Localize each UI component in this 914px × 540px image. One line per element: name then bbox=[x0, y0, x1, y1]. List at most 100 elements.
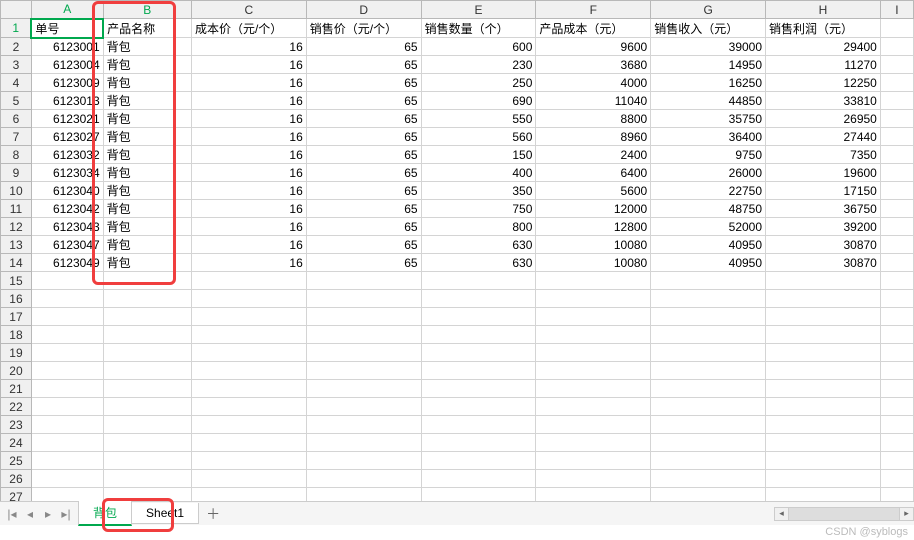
cell-f19[interactable] bbox=[536, 344, 651, 362]
cell-f11[interactable]: 12000 bbox=[536, 200, 651, 218]
cell-i14[interactable] bbox=[880, 254, 913, 272]
cell-c8[interactable]: 16 bbox=[191, 146, 306, 164]
tab-nav-last[interactable]: ▸| bbox=[58, 505, 74, 523]
cell-f1[interactable]: 产品成本（元） bbox=[536, 19, 651, 38]
cell-b6[interactable]: 背包 bbox=[103, 110, 191, 128]
cell-b13[interactable]: 背包 bbox=[103, 236, 191, 254]
row-header-10[interactable]: 10 bbox=[1, 182, 32, 200]
row-header-6[interactable]: 6 bbox=[1, 110, 32, 128]
cell-f22[interactable] bbox=[536, 398, 651, 416]
tab-nav-prev[interactable]: ◂ bbox=[22, 505, 38, 523]
cell-d25[interactable] bbox=[306, 452, 421, 470]
cell-g3[interactable]: 14950 bbox=[651, 56, 766, 74]
cell-i11[interactable] bbox=[880, 200, 913, 218]
cell-f15[interactable] bbox=[536, 272, 651, 290]
cell-f13[interactable]: 10080 bbox=[536, 236, 651, 254]
cell-a25[interactable] bbox=[31, 452, 103, 470]
cell-i6[interactable] bbox=[880, 110, 913, 128]
cell-b9[interactable]: 背包 bbox=[103, 164, 191, 182]
cell-b1[interactable]: 产品名称 bbox=[103, 19, 191, 38]
cell-h2[interactable]: 29400 bbox=[766, 38, 881, 56]
cell-h23[interactable] bbox=[766, 416, 881, 434]
cell-c23[interactable] bbox=[191, 416, 306, 434]
cell-b21[interactable] bbox=[103, 380, 191, 398]
cell-c12[interactable]: 16 bbox=[191, 218, 306, 236]
col-header-e[interactable]: E bbox=[421, 1, 536, 19]
cell-a14[interactable]: 6123049 bbox=[31, 254, 103, 272]
cell-c13[interactable]: 16 bbox=[191, 236, 306, 254]
cell-f6[interactable]: 8800 bbox=[536, 110, 651, 128]
cell-b15[interactable] bbox=[103, 272, 191, 290]
cell-f18[interactable] bbox=[536, 326, 651, 344]
cell-h21[interactable] bbox=[766, 380, 881, 398]
select-all-corner[interactable] bbox=[1, 1, 32, 19]
cell-c1[interactable]: 成本价（元/个） bbox=[191, 19, 306, 38]
cell-f25[interactable] bbox=[536, 452, 651, 470]
cell-d7[interactable]: 65 bbox=[306, 128, 421, 146]
cell-a7[interactable]: 6123027 bbox=[31, 128, 103, 146]
cell-e10[interactable]: 350 bbox=[421, 182, 536, 200]
cell-f2[interactable]: 9600 bbox=[536, 38, 651, 56]
cell-g5[interactable]: 44850 bbox=[651, 92, 766, 110]
cell-h17[interactable] bbox=[766, 308, 881, 326]
cell-g11[interactable]: 48750 bbox=[651, 200, 766, 218]
cell-a5[interactable]: 6123013 bbox=[31, 92, 103, 110]
row-header-5[interactable]: 5 bbox=[1, 92, 32, 110]
cell-d15[interactable] bbox=[306, 272, 421, 290]
cell-f14[interactable]: 10080 bbox=[536, 254, 651, 272]
cell-h11[interactable]: 36750 bbox=[766, 200, 881, 218]
cell-b18[interactable] bbox=[103, 326, 191, 344]
row-header-11[interactable]: 11 bbox=[1, 200, 32, 218]
cell-e6[interactable]: 550 bbox=[421, 110, 536, 128]
cell-e8[interactable]: 150 bbox=[421, 146, 536, 164]
cell-i21[interactable] bbox=[880, 380, 913, 398]
cell-b23[interactable] bbox=[103, 416, 191, 434]
cell-a2[interactable]: 6123001 bbox=[31, 38, 103, 56]
cell-g12[interactable]: 52000 bbox=[651, 218, 766, 236]
hscroll-thumb[interactable] bbox=[789, 508, 899, 520]
cell-h15[interactable] bbox=[766, 272, 881, 290]
row-header-2[interactable]: 2 bbox=[1, 38, 32, 56]
cell-g17[interactable] bbox=[651, 308, 766, 326]
cell-a17[interactable] bbox=[31, 308, 103, 326]
cell-i19[interactable] bbox=[880, 344, 913, 362]
cell-d5[interactable]: 65 bbox=[306, 92, 421, 110]
cell-g21[interactable] bbox=[651, 380, 766, 398]
row-header-21[interactable]: 21 bbox=[1, 380, 32, 398]
cell-i7[interactable] bbox=[880, 128, 913, 146]
cell-i24[interactable] bbox=[880, 434, 913, 452]
cell-a3[interactable]: 6123004 bbox=[31, 56, 103, 74]
cell-e5[interactable]: 690 bbox=[421, 92, 536, 110]
spreadsheet-grid[interactable]: A B C D E F G H I 1单号产品名称成本价（元/个）销售价（元/个… bbox=[0, 0, 914, 504]
cell-a26[interactable] bbox=[31, 470, 103, 488]
cell-g1[interactable]: 销售收入（元） bbox=[651, 19, 766, 38]
cell-b3[interactable]: 背包 bbox=[103, 56, 191, 74]
cell-h22[interactable] bbox=[766, 398, 881, 416]
row-header-14[interactable]: 14 bbox=[1, 254, 32, 272]
cell-b8[interactable]: 背包 bbox=[103, 146, 191, 164]
cell-e4[interactable]: 250 bbox=[421, 74, 536, 92]
cell-h10[interactable]: 17150 bbox=[766, 182, 881, 200]
cell-d24[interactable] bbox=[306, 434, 421, 452]
cell-b12[interactable]: 背包 bbox=[103, 218, 191, 236]
cell-c7[interactable]: 16 bbox=[191, 128, 306, 146]
row-header-3[interactable]: 3 bbox=[1, 56, 32, 74]
col-header-g[interactable]: G bbox=[651, 1, 766, 19]
cell-e12[interactable]: 800 bbox=[421, 218, 536, 236]
cell-b16[interactable] bbox=[103, 290, 191, 308]
cell-e17[interactable] bbox=[421, 308, 536, 326]
col-header-f[interactable]: F bbox=[536, 1, 651, 19]
cell-a6[interactable]: 6123021 bbox=[31, 110, 103, 128]
cell-c19[interactable] bbox=[191, 344, 306, 362]
cell-h14[interactable]: 30870 bbox=[766, 254, 881, 272]
cell-c18[interactable] bbox=[191, 326, 306, 344]
cell-c22[interactable] bbox=[191, 398, 306, 416]
cell-i23[interactable] bbox=[880, 416, 913, 434]
cell-f5[interactable]: 11040 bbox=[536, 92, 651, 110]
cell-g4[interactable]: 16250 bbox=[651, 74, 766, 92]
cell-b7[interactable]: 背包 bbox=[103, 128, 191, 146]
cell-e11[interactable]: 750 bbox=[421, 200, 536, 218]
row-header-18[interactable]: 18 bbox=[1, 326, 32, 344]
cell-f12[interactable]: 12800 bbox=[536, 218, 651, 236]
cell-d19[interactable] bbox=[306, 344, 421, 362]
